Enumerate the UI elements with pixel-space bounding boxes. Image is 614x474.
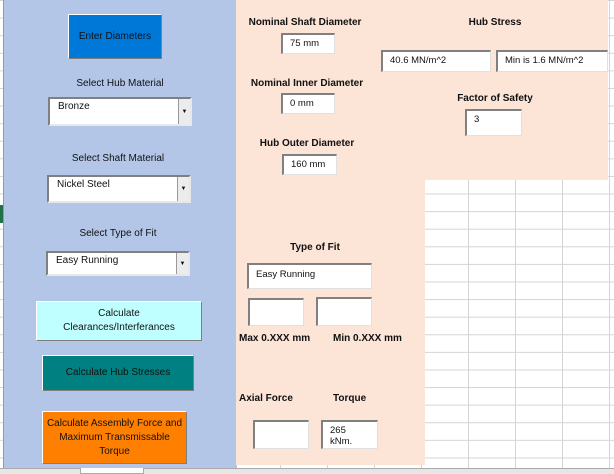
hub-material-select[interactable]: Bronze ▼	[48, 97, 192, 126]
inner-diameter-label: Nominal Inner Diameter	[250, 78, 364, 89]
min-clearance-box	[316, 297, 372, 326]
factor-of-safety-value: 3	[465, 109, 522, 136]
outer-diameter-value: 160 mm	[282, 154, 337, 175]
torque-label: Torque	[333, 393, 367, 404]
fit-type-label: Select Type of Fit	[79, 228, 157, 239]
shaft-material-value: Nickel Steel	[57, 179, 110, 190]
calculate-assembly-button[interactable]: Calculate Assembly Force and Maximum Tra…	[42, 411, 187, 464]
fit-type-select[interactable]: Easy Running ▼	[46, 251, 190, 276]
hub-material-value: Bronze	[58, 101, 90, 112]
inner-diameter-value: 0 mm	[281, 93, 335, 114]
calculate-hub-stresses-button[interactable]: Calculate Hub Stresses	[42, 355, 194, 391]
chevron-down-icon[interactable]: ▼	[177, 177, 189, 201]
fit-type-value: Easy Running	[56, 255, 119, 266]
chevron-down-icon[interactable]: ▼	[178, 99, 190, 124]
factor-of-safety-label: Factor of Safety	[457, 93, 533, 104]
shaft-diameter-value: 75 mm	[281, 33, 335, 54]
enter-diameters-button[interactable]: Enter Diameters	[68, 14, 162, 59]
min-clearance-label: Min 0.XXX mm	[333, 333, 402, 344]
fit-result-label: Type of Fit	[290, 242, 340, 253]
sheet-tab-active[interactable]	[80, 468, 144, 474]
axial-force-value	[253, 420, 309, 449]
shaft-diameter-label: Nominal Shaft Diameter	[248, 17, 362, 28]
max-clearance-box	[248, 298, 304, 326]
hub-material-label: Select Hub Material	[76, 78, 164, 89]
hub-stress-value: 40.6 MN/m^2	[381, 50, 491, 72]
fit-result-value: Easy Running	[247, 263, 372, 289]
axial-force-label: Axial Force	[239, 393, 293, 404]
outer-diameter-label: Hub Outer Diameter	[259, 138, 355, 149]
hub-stress-min: Min is 1.6 MN/m^2	[496, 50, 608, 72]
shaft-material-label: Select Shaft Material	[71, 153, 165, 164]
chevron-down-icon[interactable]: ▼	[176, 253, 188, 274]
calculate-clearances-button[interactable]: Calculate Clearances/Interferances	[36, 301, 202, 341]
shaft-material-select[interactable]: Nickel Steel ▼	[47, 175, 191, 203]
hub-stress-label: Hub Stress	[468, 17, 522, 28]
torque-value: 265 kNm.	[321, 420, 378, 449]
max-clearance-label: Max 0.XXX mm	[239, 333, 311, 344]
